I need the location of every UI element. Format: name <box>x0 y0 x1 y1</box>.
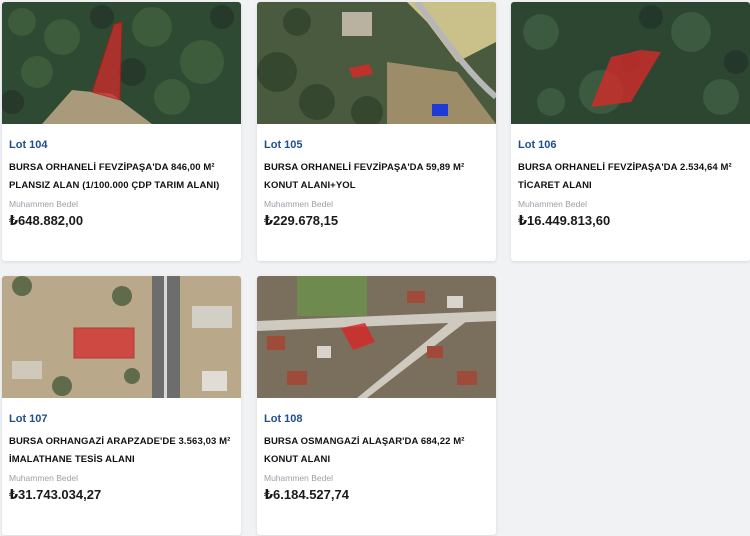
price-value: ₺648.882,00 <box>9 213 84 228</box>
lot-title-line2: İMALATHANE TESİS ALANI <box>9 454 135 465</box>
lot-title-line1: BURSA ORHANELİ FEVZİPAŞA'DA 2.534,64 M² <box>518 162 732 173</box>
lot-number: Lot 105 <box>264 139 303 151</box>
lot-title-line1: BURSA ORHANELİ FEVZİPAŞA'DA 846,00 M² <box>9 162 215 173</box>
lot-title-line1: BURSA ORHANGAZİ ARAPZADE'DE 3.563,03 M² <box>9 436 231 447</box>
lot-title-line2: KONUT ALANI+YOL <box>264 180 356 191</box>
lot-card-108[interactable]: Lot 108 BURSA OSMANGAZİ ALAŞAR'DA 684,22… <box>257 276 496 535</box>
satellite-thumbnail[interactable] <box>257 276 496 398</box>
price-value: ₺6.184.527,74 <box>264 487 349 502</box>
price-label: Muhammen Bedel <box>264 199 333 209</box>
lot-title-line2: PLANSIZ ALAN (1/100.000 ÇDP TARIM ALANI) <box>9 180 220 191</box>
lot-title: BURSA ORHANELİ FEVZİPAŞA'DA 846,00 M² PL… <box>9 159 237 195</box>
lot-card-106[interactable]: Lot 106 BURSA ORHANELİ FEVZİPAŞA'DA 2.53… <box>511 2 750 261</box>
price-value: ₺16.449.813,60 <box>518 213 611 228</box>
price-label: Muhammen Bedel <box>518 199 587 209</box>
lot-number: Lot 106 <box>518 139 557 151</box>
lot-card-107[interactable]: Lot 107 BURSA ORHANGAZİ ARAPZADE'DE 3.56… <box>2 276 241 535</box>
lot-title: BURSA OSMANGAZİ ALAŞAR'DA 684,22 M² KONU… <box>264 433 492 469</box>
lot-title-line2: TİCARET ALANI <box>518 180 592 191</box>
satellite-thumbnail[interactable] <box>511 2 750 124</box>
satellite-thumbnail[interactable] <box>2 276 241 398</box>
lot-title-line1: BURSA ORHANELİ FEVZİPAŞA'DA 59,89 M² <box>264 162 465 173</box>
lot-number: Lot 107 <box>9 413 48 425</box>
satellite-thumbnail[interactable] <box>2 2 241 124</box>
price-label: Muhammen Bedel <box>264 473 333 483</box>
price-value: ₺229.678,15 <box>264 213 339 228</box>
lot-number: Lot 104 <box>9 139 48 151</box>
lot-card-104[interactable]: Lot 104 BURSA ORHANELİ FEVZİPAŞA'DA 846,… <box>2 2 241 261</box>
lot-title: BURSA ORHANELİ FEVZİPAŞA'DA 2.534,64 M² … <box>518 159 746 195</box>
lot-title-line1: BURSA OSMANGAZİ ALAŞAR'DA 684,22 M² <box>264 436 465 447</box>
satellite-thumbnail[interactable] <box>257 2 496 124</box>
lot-card-105[interactable]: Lot 105 BURSA ORHANELİ FEVZİPAŞA'DA 59,8… <box>257 2 496 261</box>
lot-title: BURSA ORHANGAZİ ARAPZADE'DE 3.563,03 M² … <box>9 433 237 469</box>
price-value: ₺31.743.034,27 <box>9 487 102 502</box>
lot-title: BURSA ORHANELİ FEVZİPAŞA'DA 59,89 M² KON… <box>264 159 492 195</box>
price-label: Muhammen Bedel <box>9 199 78 209</box>
lot-number: Lot 108 <box>264 413 303 425</box>
price-label: Muhammen Bedel <box>9 473 78 483</box>
lot-title-line2: KONUT ALANI <box>264 454 331 465</box>
